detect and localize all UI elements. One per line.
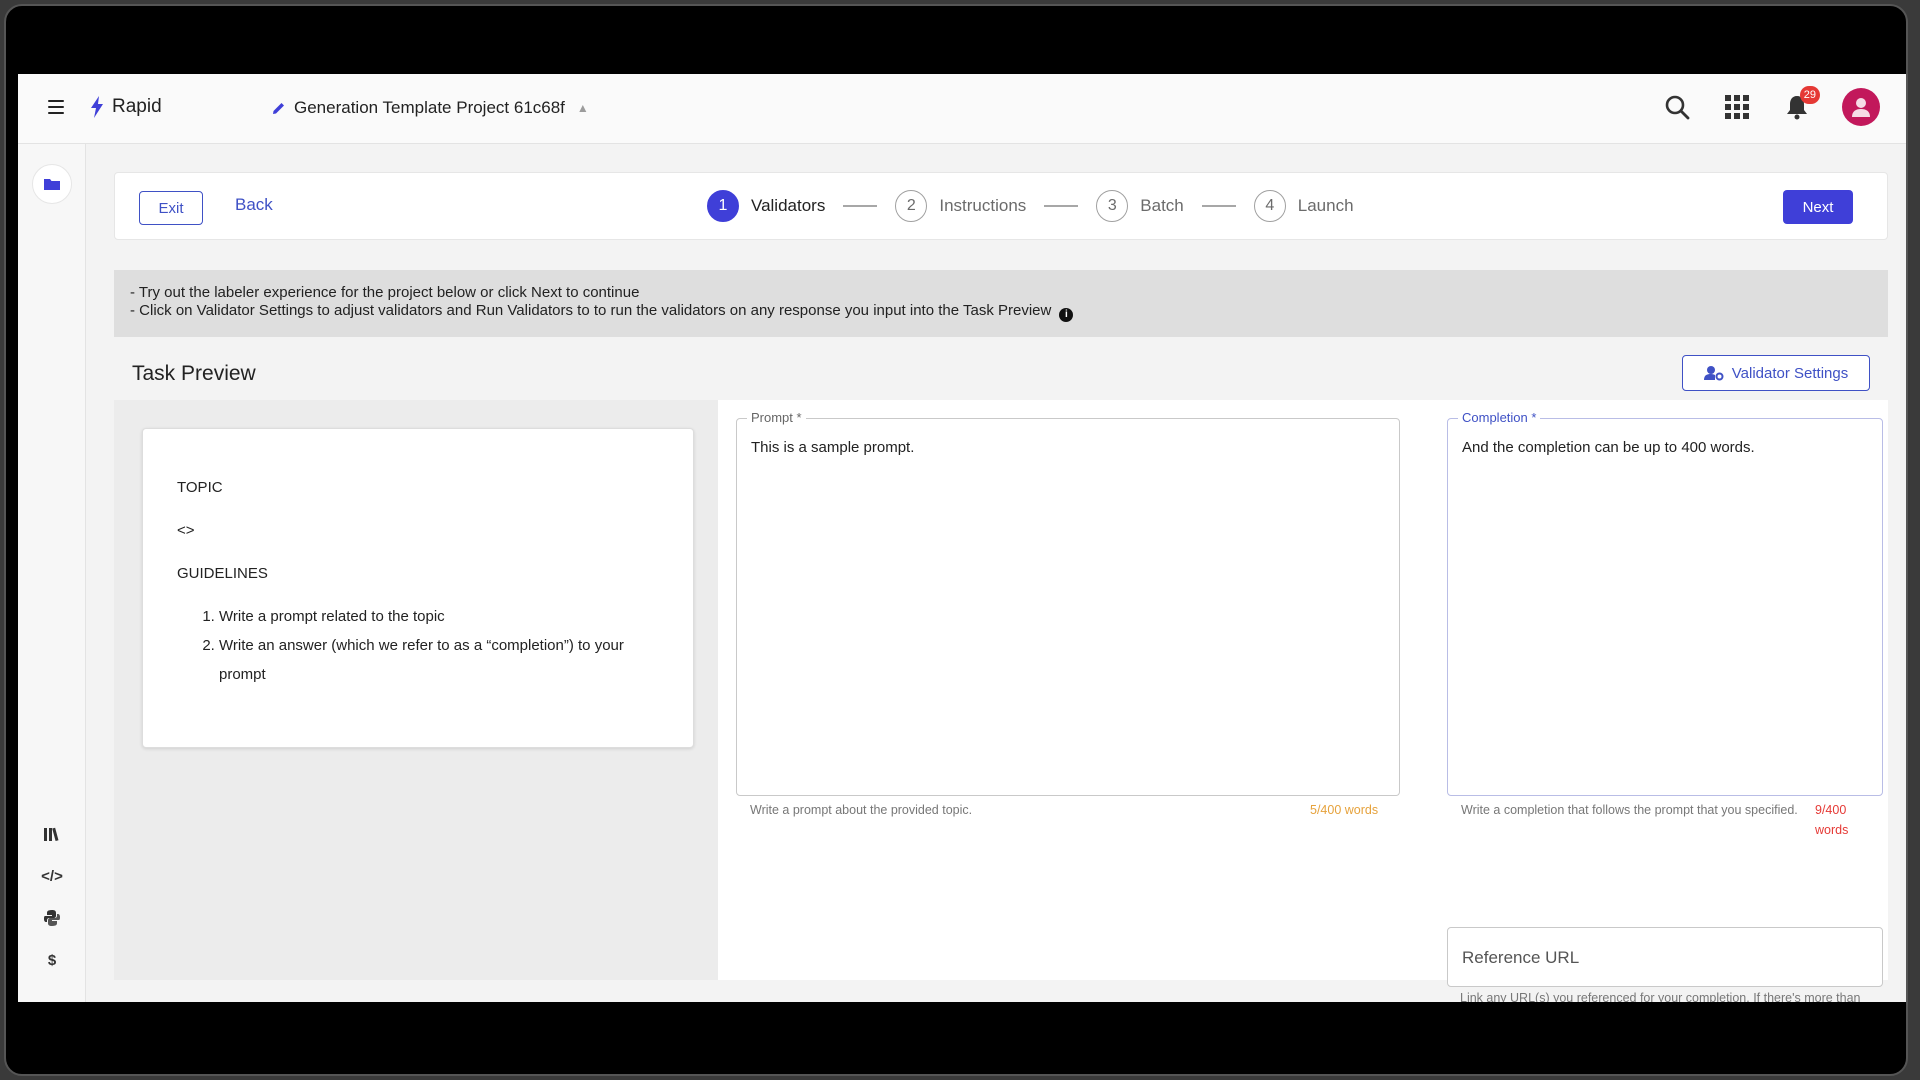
topic-value: <> <box>177 522 195 539</box>
user-icon <box>1852 98 1870 117</box>
grid-icon <box>1725 95 1749 119</box>
prompt-word-count: 5/400 words <box>1310 803 1379 817</box>
step-number: 2 <box>895 190 928 222</box>
code-icon[interactable]: </> <box>41 866 63 886</box>
rail-icon-list: </> $ <box>18 824 86 970</box>
avatar[interactable] <box>1842 88 1880 126</box>
step-number: 1 <box>707 190 739 222</box>
folder-icon <box>44 179 60 190</box>
completion-helper: Write a completion that follows the prom… <box>1461 803 1798 817</box>
response-panel: Prompt * This is a sample prompt. Write … <box>718 400 1888 987</box>
step-connector <box>1044 205 1079 207</box>
step-bar: Exit Back 1 Validators 2 Instructions 3 … <box>114 172 1888 240</box>
back-link[interactable]: Back <box>235 195 273 215</box>
prompt-value[interactable]: This is a sample prompt. <box>751 439 914 456</box>
reference-url-placeholder: Reference URL <box>1462 948 1580 967</box>
step-number: 4 <box>1253 190 1286 222</box>
python-icon[interactable] <box>42 908 62 928</box>
pencil-icon[interactable] <box>272 101 286 115</box>
app-screen: Rapid Generation Template Project 61c68f… <box>18 74 1906 1002</box>
library-icon[interactable] <box>42 824 62 844</box>
step-label: Validators <box>751 196 826 215</box>
reference-url-input[interactable]: Reference URL <box>1447 927 1883 987</box>
step-batch[interactable]: 3 Batch <box>1096 190 1184 222</box>
info-banner: - Try out the labeler experience for the… <box>114 270 1888 337</box>
device-frame: Rapid Generation Template Project 61c68f… <box>4 4 1908 1076</box>
reference-url-helper: Link any URL(s) you referenced for your … <box>1460 991 1861 1002</box>
instructions-panel: TOPIC <> GUIDELINES Write a prompt relat… <box>114 400 718 980</box>
info-line-1: - Try out the labeler experience for the… <box>130 284 640 301</box>
notification-badge: 29 <box>1799 86 1820 104</box>
completion-value[interactable]: And the completion can be up to 400 word… <box>1462 439 1755 456</box>
menu-icon[interactable] <box>48 100 64 114</box>
user-gear-icon <box>1703 366 1724 381</box>
top-header: Rapid Generation Template Project 61c68f… <box>18 74 1906 144</box>
exit-button[interactable]: Exit <box>139 191 203 225</box>
header-actions: 29 <box>1662 86 1880 126</box>
topic-heading: TOPIC <box>177 479 223 496</box>
prompt-field[interactable]: Prompt * This is a sample prompt. <box>736 410 1400 796</box>
next-button[interactable]: Next <box>1783 190 1853 224</box>
guidelines-list: Write a prompt related to the topic Writ… <box>219 602 659 689</box>
step-label: Instructions <box>939 196 1027 215</box>
project-title-group[interactable]: Generation Template Project 61c68f ▲ <box>272 98 589 118</box>
brand-name: Rapid <box>112 96 162 117</box>
completion-field[interactable]: Completion * And the completion can be u… <box>1447 410 1883 796</box>
instructions-card: TOPIC <> GUIDELINES Write a prompt relat… <box>142 428 694 748</box>
dollar-icon[interactable]: $ <box>42 950 62 970</box>
info-icon[interactable]: i <box>1059 308 1074 322</box>
step-connector <box>1201 205 1236 207</box>
project-title: Generation Template Project 61c68f <box>294 98 565 117</box>
search-icon <box>1665 95 1690 120</box>
folder-button[interactable] <box>32 164 72 204</box>
search-button[interactable] <box>1662 92 1692 122</box>
task-preview-header: Task Preview Validator Settings <box>114 346 1888 400</box>
step-number: 3 <box>1096 190 1129 222</box>
completion-word-count: 9/400 words <box>1815 803 1849 837</box>
guidelines-heading: GUIDELINES <box>177 565 268 582</box>
step-launch[interactable]: 4 Launch <box>1253 190 1354 222</box>
validator-settings-label: Validator Settings <box>1731 364 1849 382</box>
list-item: Write a prompt related to the topic <box>219 602 659 631</box>
brand[interactable]: Rapid <box>90 96 162 118</box>
completion-label: Completion * <box>1458 410 1541 425</box>
pin-icon[interactable]: ▲ <box>577 101 589 115</box>
step-label: Batch <box>1140 196 1184 215</box>
step-label: Launch <box>1297 196 1354 215</box>
notifications-button[interactable]: 29 <box>1782 86 1820 122</box>
left-rail: </> $ <box>18 144 86 1002</box>
step-connector <box>843 205 878 207</box>
info-line-2-row: - Click on Validator Settings to adjust … <box>130 302 1872 322</box>
apps-button[interactable] <box>1722 92 1752 122</box>
list-item: Write an answer (which we refer to as a … <box>219 631 659 689</box>
prompt-helper: Write a prompt about the provided topic. <box>750 803 973 817</box>
info-line-2: - Click on Validator Settings to adjust … <box>130 302 1052 319</box>
step-instructions[interactable]: 2 Instructions <box>895 190 1026 222</box>
task-preview-title: Task Preview <box>132 362 256 385</box>
bolt-icon <box>91 96 103 118</box>
prompt-label: Prompt * <box>747 410 806 425</box>
step-validators[interactable]: 1 Validators <box>707 190 825 222</box>
validator-settings-button[interactable]: Validator Settings <box>1682 355 1870 391</box>
stepper: 1 Validators 2 Instructions 3 Batch 4 La… <box>707 190 1354 222</box>
